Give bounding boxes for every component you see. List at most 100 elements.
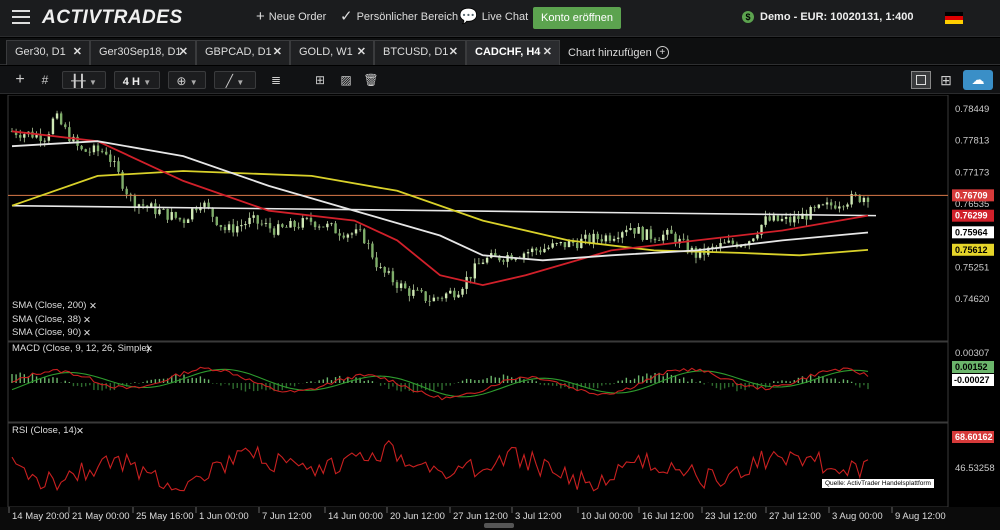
candle-body	[666, 229, 669, 235]
chart-type-dropdown[interactable]: ╂╂ ▼	[62, 71, 106, 89]
candle-body	[645, 229, 649, 240]
timeframe-label: 4 H	[122, 76, 140, 88]
add-chart-button[interactable]: Chart hinzufügen +	[568, 46, 669, 59]
candle-body	[440, 297, 444, 299]
candle-body	[612, 238, 616, 241]
grid-layout-button[interactable]: ⊞	[937, 71, 955, 89]
candle-body	[457, 294, 460, 298]
candle-body	[682, 238, 685, 240]
price-axis-label: 0.77173	[955, 167, 989, 178]
candle-body	[580, 238, 583, 249]
candle-body	[18, 135, 22, 138]
candle-body	[227, 224, 231, 231]
grid-icon[interactable]: #	[36, 71, 54, 89]
timeframe-dropdown[interactable]: 4 H ▼	[114, 71, 160, 89]
candle-body	[117, 161, 120, 172]
close-icon[interactable]: ✕	[357, 41, 366, 64]
tab-gold-w1[interactable]: GOLD, W1 ✕	[290, 40, 374, 65]
template-icon[interactable]: ⊞	[310, 71, 330, 89]
price-chart[interactable]: 0.78449 0.77813 0.77173 0.76535 0.75251 0.746…	[0, 95, 1000, 530]
candle-body	[764, 216, 767, 225]
tab-cadchf-h4[interactable]: CADCHF, H4 ✕	[466, 40, 560, 65]
cloud-sync-icon[interactable]: ☁	[963, 70, 993, 90]
time-scrollbar-thumb	[484, 523, 514, 528]
candle-body	[23, 134, 26, 138]
candle-body	[829, 202, 833, 206]
candle-body	[68, 127, 71, 142]
trash-icon[interactable]: 🗑	[362, 71, 380, 89]
candle-body	[813, 206, 816, 208]
close-icon[interactable]: ✕	[73, 41, 82, 64]
open-account-button[interactable]: Konto eröffnen	[533, 7, 621, 29]
candle-body	[236, 226, 239, 233]
tab-ger30-d1[interactable]: Ger30, D1 ✕	[6, 40, 90, 65]
candle-body	[453, 290, 456, 298]
close-icon[interactable]: ✕	[179, 41, 188, 64]
candle-body	[817, 204, 821, 208]
candle-body	[526, 252, 530, 254]
personal-area-button[interactable]: ✓ Persönlicher Bereich	[340, 9, 458, 24]
chevron-down-icon: ▼	[236, 78, 245, 87]
crosshair-icon[interactable]: +	[10, 71, 30, 89]
tab-btcusd-d1[interactable]: BTCUSD, D1 ✕	[374, 40, 466, 65]
single-layout-button[interactable]	[911, 71, 931, 89]
candle-body	[342, 235, 345, 238]
tab-label: CADCHF, H4	[475, 46, 541, 58]
close-icon[interactable]: ✕	[449, 41, 458, 64]
candle-body	[391, 271, 395, 283]
drawing-tool-dropdown[interactable]: ╱ ▼	[214, 71, 256, 89]
candle-body	[297, 226, 300, 228]
chevron-down-icon: ▼	[143, 78, 152, 87]
close-icon[interactable]: ✕	[83, 315, 91, 326]
candle-body	[203, 202, 206, 207]
candle-body	[358, 229, 362, 231]
close-icon[interactable]: ✕	[145, 344, 153, 355]
macd-value-tag-label: -0.00027	[954, 375, 990, 385]
candle-body	[633, 228, 636, 234]
candle-body	[461, 288, 464, 295]
top-navigation: ACTIVTRADES + Neue Order ✓ Persönlicher …	[0, 0, 1000, 37]
candle-body	[555, 243, 558, 244]
candle-body	[551, 243, 554, 248]
close-icon[interactable]: ✕	[76, 426, 84, 437]
plus-icon: +	[256, 8, 265, 25]
close-icon[interactable]: ✕	[273, 41, 282, 64]
candle-body	[395, 282, 399, 288]
tab-label: GBPCAD, D1	[205, 46, 272, 58]
new-order-button[interactable]: + Neue Order	[256, 8, 326, 25]
add-circle-icon: +	[655, 46, 669, 59]
candle-body	[784, 217, 788, 219]
tab-gbpcad-d1[interactable]: GBPCAD, D1 ✕	[196, 40, 290, 65]
tab-ger30sep18-d1[interactable]: Ger30Sep18, D1 ✕	[90, 40, 196, 65]
menu-icon[interactable]	[12, 10, 30, 24]
close-icon[interactable]: ✕	[89, 301, 97, 312]
live-chat-button[interactable]: 💬 Live Chat	[459, 9, 528, 24]
account-selector[interactable]: $ Demo - EUR: 10020131, 1:400	[742, 11, 913, 23]
time-axis-label: 25 May 16:00	[136, 511, 194, 522]
candle-body	[256, 215, 259, 224]
close-icon[interactable]: ✕	[83, 328, 91, 339]
candlestick-icon: ╂╂	[71, 74, 86, 88]
candle-body	[293, 221, 296, 227]
screenshot-icon[interactable]: ▨	[336, 71, 356, 89]
candle-body	[825, 202, 829, 205]
german-flag-icon[interactable]	[945, 12, 963, 24]
candle-body	[59, 113, 63, 125]
time-axis-label: 16 Jul 12:00	[642, 511, 694, 522]
add-indicator-dropdown[interactable]: ⊕ ▼	[168, 71, 206, 89]
candle-body	[432, 297, 436, 302]
candle-body	[727, 240, 730, 243]
fibonacci-icon[interactable]: ≣	[266, 71, 286, 89]
candle-body	[43, 140, 46, 142]
candle-body	[657, 240, 661, 242]
time-axis-label: 21 May 00:00	[72, 511, 130, 522]
candle-body	[252, 215, 255, 218]
single-pane-icon	[916, 75, 926, 85]
close-icon[interactable]: ✕	[543, 41, 552, 64]
candle-body	[162, 208, 165, 210]
candle-body	[223, 227, 227, 231]
tab-label: Ger30Sep18, D1	[99, 46, 182, 58]
chart-canvas[interactable]: 0.784490.778130.771730.765350.752510.746…	[0, 95, 1000, 530]
candle-body	[207, 202, 210, 208]
macd-signal-tag-label: 0.00152	[955, 362, 988, 372]
